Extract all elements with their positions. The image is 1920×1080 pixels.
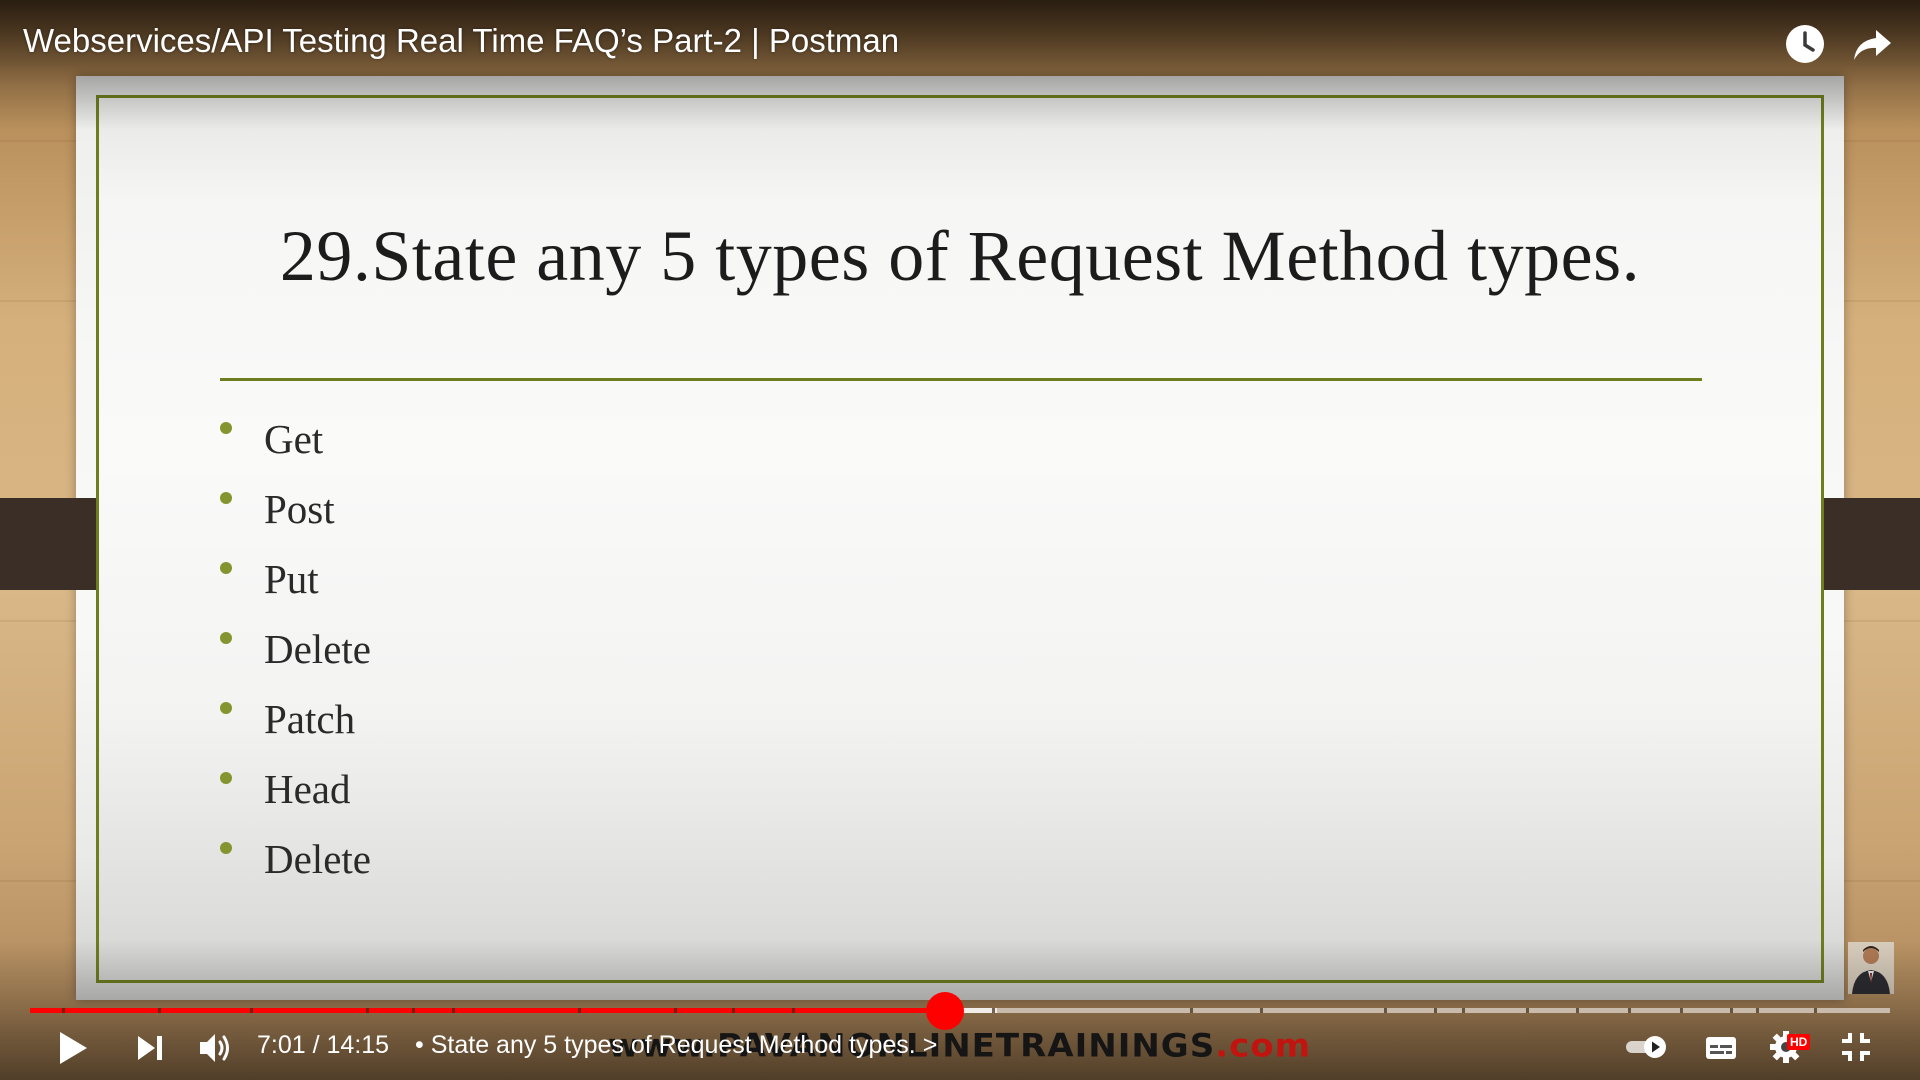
current-time: 7:01 [257,1031,306,1059]
bullet-icon [220,702,232,714]
chapter-marker [1730,1008,1733,1013]
clock-icon[interactable] [1783,22,1827,66]
chapter-marker [674,1008,677,1013]
chapter-marker [732,1008,735,1013]
slide-title: 29.State any 5 types of Request Method t… [279,216,1641,296]
bullet-icon [220,422,232,434]
duration: 14:15 [326,1031,390,1059]
bullet-icon [220,562,232,574]
bullet-text: Delete [264,836,371,882]
volume-icon[interactable] [197,1031,233,1065]
bullet-text: Put [264,556,319,602]
list-item: Delete [220,824,371,894]
bullet-icon [220,632,232,644]
chapter-marker [412,1008,415,1013]
next-icon[interactable] [135,1033,165,1063]
chapter-marker [1384,1008,1387,1013]
chapter-marker [452,1008,455,1013]
list-item: Head [220,754,371,824]
bullet-text: Patch [264,696,356,742]
chapter-marker [792,1008,795,1013]
chapter-title: State any 5 types of Request Method type… [430,1031,916,1059]
bullet-list: Get Post Put Delete Patch Head Delete [220,404,371,894]
chapter-marker [1814,1008,1817,1013]
slide-divider [220,378,1702,381]
bullet-text: Head [264,766,351,812]
autoplay-toggle-icon[interactable] [1624,1034,1668,1060]
play-icon[interactable] [56,1030,90,1066]
subtitles-icon[interactable] [1704,1034,1738,1062]
chapter-marker [366,1008,369,1013]
chapter-marker [250,1008,253,1013]
chapter-marker [1462,1008,1465,1013]
chapter-marker [1576,1008,1579,1013]
progress-scrubber[interactable] [926,992,965,1030]
chapter-marker [158,1008,161,1013]
time-separator: / [305,1031,327,1059]
video-title[interactable]: Webservices/API Testing Real Time FAQ’s … [23,22,899,60]
list-item: Post [220,474,371,544]
chapter-marker [1260,1008,1263,1013]
share-icon[interactable] [1850,22,1894,66]
chapter-marker [578,1008,581,1013]
chapter-marker [1756,1008,1759,1013]
progress-played [30,1008,946,1013]
chapter-arrow: > [922,1031,938,1059]
list-item: Delete [220,614,371,684]
top-overlay [0,0,1920,130]
chapter-marker [1680,1008,1683,1013]
chapter-bullet: • [415,1031,424,1059]
chapter-marker [1434,1008,1437,1013]
chapter-marker [62,1008,65,1013]
chapter-marker [1190,1008,1193,1013]
bullet-icon [220,772,232,784]
bullet-text: Get [264,416,324,462]
bullet-text: Post [264,486,335,532]
chapter-button[interactable]: • State any 5 types of Request Method ty… [415,1031,937,1060]
bullet-text: Delete [264,626,371,672]
chapter-marker [1526,1008,1529,1013]
bullet-icon [220,492,232,504]
list-item: Put [220,544,371,614]
chapter-marker [1628,1008,1631,1013]
progress-bar[interactable] [30,992,1890,1030]
chapter-marker [992,1008,995,1013]
list-item: Get [220,404,371,474]
hd-badge: HD [1787,1034,1811,1050]
exit-fullscreen-icon[interactable] [1840,1031,1872,1063]
time-display: 7:01 / 14:15 [257,1031,389,1060]
watermark-accent: .com [1215,1027,1312,1065]
list-item: Patch [220,684,371,754]
bullet-icon [220,842,232,854]
